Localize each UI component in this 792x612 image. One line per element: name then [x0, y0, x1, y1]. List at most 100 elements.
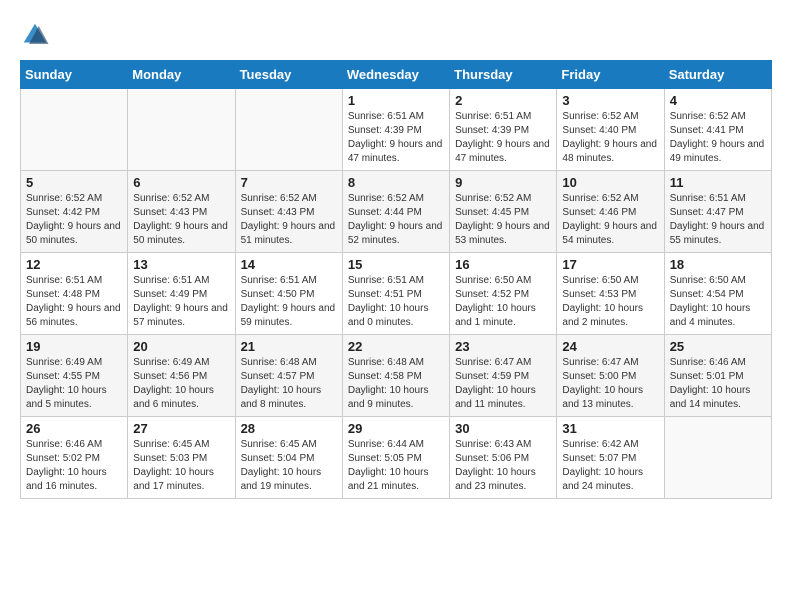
calendar-cell: 3 Sunrise: 6:52 AM Sunset: 4:40 PM Daylig… [557, 89, 664, 171]
day-info: Sunrise: 6:51 AM Sunset: 4:39 PM Dayligh… [455, 110, 551, 166]
day-number: 14 [241, 257, 337, 272]
day-info: Sunrise: 6:49 AM Sunset: 4:55 PM Dayligh… [26, 356, 122, 412]
calendar-cell: 27Sunrise: 6:45 AM Sunset: 5:03 PM Dayli… [128, 417, 235, 499]
calendar-cell: 22Sunrise: 6:48 AM Sunset: 4:58 PM Dayli… [342, 335, 449, 417]
day-info: Sunrise: 6:50 AM Sunset: 4:53 PM Dayligh… [562, 274, 658, 330]
day-of-week-header: Friday [557, 61, 664, 89]
day-of-week-header: Wednesday [342, 61, 449, 89]
calendar-cell: 16 Sunrise: 6:50 AM Sunset: 4:52 PM Dayli… [450, 253, 557, 335]
calendar-cell: 18 Sunrise: 6:50 AM Sunset: 4:54 PM Dayli… [664, 253, 771, 335]
day-info: Sunrise: 6:49 AM Sunset: 4:56 PM Dayligh… [133, 356, 229, 412]
calendar-cell: 26 Sunrise: 6:46 AM Sunset: 5:02 PM Dayli… [21, 417, 128, 499]
day-info: Sunrise: 6:52 AM Sunset: 4:44 PM Dayligh… [348, 192, 444, 248]
day-of-week-header: Thursday [450, 61, 557, 89]
calendar-cell: 24 Sunrise: 6:47 AM Sunset: 5:00 PM Dayli… [557, 335, 664, 417]
day-of-week-header: Monday [128, 61, 235, 89]
calendar-cell: 12 Sunrise: 6:51 AM Sunset: 4:48 PM Dayli… [21, 253, 128, 335]
day-number: 15 [348, 257, 444, 272]
calendar-table: SundayMondayTuesdayWednesdayThursdayFrid… [20, 60, 772, 499]
page-header [20, 20, 772, 50]
calendar-week-row: 19 Sunrise: 6:49 AM Sunset: 4:55 PM Dayli… [21, 335, 772, 417]
day-info: Sunrise: 6:46 AM Sunset: 5:01 PM Dayligh… [670, 356, 766, 412]
day-info: Sunrise: 6:52 AM Sunset: 4:43 PM Dayligh… [241, 192, 337, 248]
calendar-cell [235, 89, 342, 171]
day-info: Sunrise: 6:52 AM Sunset: 4:41 PM Dayligh… [670, 110, 766, 166]
logo-icon [20, 20, 50, 50]
day-of-week-header: Saturday [664, 61, 771, 89]
day-info: Sunrise: 6:45 AM Sunset: 5:03 PM Dayligh… [133, 438, 229, 494]
day-number: 25 [670, 339, 766, 354]
day-info: Sunrise: 6:52 AM Sunset: 4:42 PM Dayligh… [26, 192, 122, 248]
day-info: Sunrise: 6:50 AM Sunset: 4:52 PM Dayligh… [455, 274, 551, 330]
day-of-week-header: Tuesday [235, 61, 342, 89]
calendar-cell: 8 Sunrise: 6:52 AM Sunset: 4:44 PM Daylig… [342, 171, 449, 253]
day-number: 26 [26, 421, 122, 436]
calendar-cell [128, 89, 235, 171]
calendar-week-row: 5 Sunrise: 6:52 AM Sunset: 4:42 PM Daylig… [21, 171, 772, 253]
day-number: 31 [562, 421, 658, 436]
day-info: Sunrise: 6:52 AM Sunset: 4:40 PM Dayligh… [562, 110, 658, 166]
day-info: Sunrise: 6:44 AM Sunset: 5:05 PM Dayligh… [348, 438, 444, 494]
day-number: 9 [455, 175, 551, 190]
day-number: 29 [348, 421, 444, 436]
day-info: Sunrise: 6:51 AM Sunset: 4:47 PM Dayligh… [670, 192, 766, 248]
calendar-cell: 11 Sunrise: 6:51 AM Sunset: 4:47 PM Dayli… [664, 171, 771, 253]
calendar-cell: 21 Sunrise: 6:48 AM Sunset: 4:57 PM Dayli… [235, 335, 342, 417]
calendar-cell: 19 Sunrise: 6:49 AM Sunset: 4:55 PM Dayli… [21, 335, 128, 417]
day-info: Sunrise: 6:52 AM Sunset: 4:43 PM Dayligh… [133, 192, 229, 248]
calendar-cell: 17 Sunrise: 6:50 AM Sunset: 4:53 PM Dayli… [557, 253, 664, 335]
day-number: 12 [26, 257, 122, 272]
day-number: 8 [348, 175, 444, 190]
calendar-cell: 9Sunrise: 6:52 AM Sunset: 4:45 PM Daylig… [450, 171, 557, 253]
day-info: Sunrise: 6:48 AM Sunset: 4:58 PM Dayligh… [348, 356, 444, 412]
calendar-cell: 31 Sunrise: 6:42 AM Sunset: 5:07 PM Dayli… [557, 417, 664, 499]
day-info: Sunrise: 6:51 AM Sunset: 4:50 PM Dayligh… [241, 274, 337, 330]
day-number: 18 [670, 257, 766, 272]
day-number: 28 [241, 421, 337, 436]
logo [20, 20, 52, 50]
day-info: Sunrise: 6:51 AM Sunset: 4:49 PM Dayligh… [133, 274, 229, 330]
calendar-cell: 2 Sunrise: 6:51 AM Sunset: 4:39 PM Daylig… [450, 89, 557, 171]
calendar-cell [21, 89, 128, 171]
calendar-cell: 14 Sunrise: 6:51 AM Sunset: 4:50 PM Dayli… [235, 253, 342, 335]
calendar-cell: 4Sunrise: 6:52 AM Sunset: 4:41 PM Daylig… [664, 89, 771, 171]
calendar-cell: 5 Sunrise: 6:52 AM Sunset: 4:42 PM Daylig… [21, 171, 128, 253]
calendar-cell: 20 Sunrise: 6:49 AM Sunset: 4:56 PM Dayli… [128, 335, 235, 417]
day-number: 1 [348, 93, 444, 108]
day-number: 2 [455, 93, 551, 108]
day-number: 21 [241, 339, 337, 354]
calendar-cell: 1 Sunrise: 6:51 AM Sunset: 4:39 PM Daylig… [342, 89, 449, 171]
day-number: 3 [562, 93, 658, 108]
day-info: Sunrise: 6:48 AM Sunset: 4:57 PM Dayligh… [241, 356, 337, 412]
day-info: Sunrise: 6:47 AM Sunset: 4:59 PM Dayligh… [455, 356, 551, 412]
day-number: 24 [562, 339, 658, 354]
calendar-cell: 10Sunrise: 6:52 AM Sunset: 4:46 PM Dayli… [557, 171, 664, 253]
day-info: Sunrise: 6:43 AM Sunset: 5:06 PM Dayligh… [455, 438, 551, 494]
day-number: 23 [455, 339, 551, 354]
calendar-cell: 13 Sunrise: 6:51 AM Sunset: 4:49 PM Dayli… [128, 253, 235, 335]
day-info: Sunrise: 6:42 AM Sunset: 5:07 PM Dayligh… [562, 438, 658, 494]
day-number: 20 [133, 339, 229, 354]
day-number: 11 [670, 175, 766, 190]
calendar-cell: 28Sunrise: 6:45 AM Sunset: 5:04 PM Dayli… [235, 417, 342, 499]
day-number: 19 [26, 339, 122, 354]
day-info: Sunrise: 6:51 AM Sunset: 4:39 PM Dayligh… [348, 110, 444, 166]
day-info: Sunrise: 6:47 AM Sunset: 5:00 PM Dayligh… [562, 356, 658, 412]
calendar-cell: 29 Sunrise: 6:44 AM Sunset: 5:05 PM Dayli… [342, 417, 449, 499]
day-number: 13 [133, 257, 229, 272]
day-number: 17 [562, 257, 658, 272]
day-info: Sunrise: 6:50 AM Sunset: 4:54 PM Dayligh… [670, 274, 766, 330]
day-number: 5 [26, 175, 122, 190]
day-number: 6 [133, 175, 229, 190]
calendar-cell: 30 Sunrise: 6:43 AM Sunset: 5:06 PM Dayli… [450, 417, 557, 499]
calendar-cell: 25 Sunrise: 6:46 AM Sunset: 5:01 PM Dayli… [664, 335, 771, 417]
calendar-cell: 6 Sunrise: 6:52 AM Sunset: 4:43 PM Daylig… [128, 171, 235, 253]
day-number: 16 [455, 257, 551, 272]
day-info: Sunrise: 6:46 AM Sunset: 5:02 PM Dayligh… [26, 438, 122, 494]
calendar-cell [664, 417, 771, 499]
calendar-cell: 23 Sunrise: 6:47 AM Sunset: 4:59 PM Dayli… [450, 335, 557, 417]
calendar-week-row: 1 Sunrise: 6:51 AM Sunset: 4:39 PM Daylig… [21, 89, 772, 171]
day-info: Sunrise: 6:51 AM Sunset: 4:48 PM Dayligh… [26, 274, 122, 330]
day-number: 30 [455, 421, 551, 436]
calendar-week-row: 26 Sunrise: 6:46 AM Sunset: 5:02 PM Dayli… [21, 417, 772, 499]
